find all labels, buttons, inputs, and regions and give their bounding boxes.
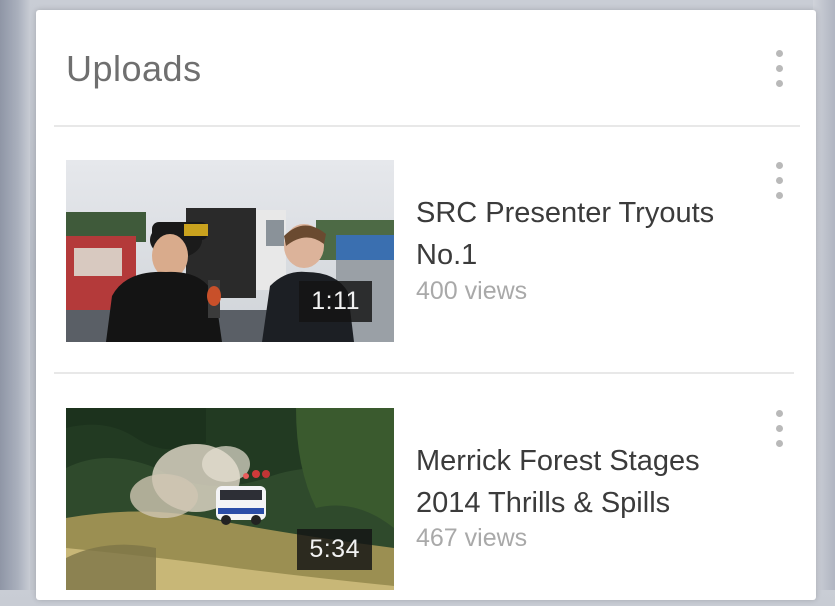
menu-dot (775, 192, 783, 199)
menu-dot (775, 177, 783, 184)
page-background-left (0, 0, 30, 590)
video-title[interactable]: Merrick Forest Stages 2014 Thrills & Spi… (416, 440, 756, 524)
uploads-title: Uploads (66, 48, 202, 89)
item-divider (54, 372, 794, 374)
video-list-item[interactable]: 5:34 Merrick Forest Stages 2014 Thrills … (36, 406, 816, 606)
video-duration: 5:34 (297, 529, 372, 570)
menu-dot (775, 162, 783, 169)
video-list-item[interactable]: 1:11 SRC Presenter Tryouts No.1 400 view… (36, 158, 816, 358)
video-views: 400 views (416, 277, 528, 305)
menu-dot (775, 80, 783, 87)
menu-dot (775, 410, 783, 417)
page-background-right (813, 0, 835, 590)
more-vert-icon[interactable] (769, 162, 789, 199)
video-thumbnail[interactable]: 5:34 (66, 408, 394, 590)
more-vert-icon[interactable] (769, 50, 789, 87)
more-vert-icon[interactable] (769, 410, 789, 447)
header-divider (54, 125, 800, 127)
video-views: 467 views (416, 524, 528, 552)
uploads-card: Uploads 1:11 SRC Presenter Tryouts No.1 … (36, 10, 816, 600)
video-thumbnail[interactable]: 1:11 (66, 160, 394, 342)
menu-dot (775, 65, 783, 72)
menu-dot (775, 440, 783, 447)
menu-dot (775, 425, 783, 432)
uploads-header: Uploads (36, 10, 816, 126)
menu-dot (775, 50, 783, 57)
video-title[interactable]: SRC Presenter Tryouts No.1 (416, 192, 756, 276)
video-duration: 1:11 (299, 281, 372, 322)
